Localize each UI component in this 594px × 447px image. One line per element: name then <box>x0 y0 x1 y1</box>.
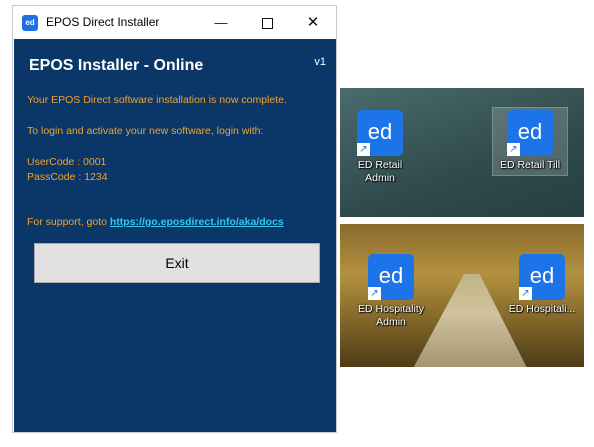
passcode-text: PassCode : 1234 <box>27 171 108 183</box>
support-line: For support, goto https://go.eposdirect.… <box>27 216 284 228</box>
shortcut-ed-hospitality[interactable]: ed ↗ ED Hospitali... <box>507 254 577 316</box>
shortcut-arrow-icon: ↗ <box>519 287 532 300</box>
shortcut-label: ED Hospitali... <box>508 303 576 315</box>
installer-window: ed EPOS Direct Installer — ✕ EPOS Instal… <box>12 5 337 433</box>
minimize-button[interactable]: — <box>198 6 244 39</box>
support-link[interactable]: https://go.eposdirect.info/aka/docs <box>110 216 284 228</box>
ed-app-icon: ed ↗ <box>507 110 553 156</box>
ed-app-icon: ed ↗ <box>519 254 565 300</box>
support-prefix: For support, goto <box>27 216 107 228</box>
shortcut-label: ED Retail Admin <box>357 159 403 184</box>
shortcut-ed-retail-admin[interactable]: ed ↗ ED Retail Admin <box>345 110 415 185</box>
shortcut-arrow-icon: ↗ <box>368 287 381 300</box>
window-title: EPOS Direct Installer <box>46 15 160 29</box>
close-button[interactable]: ✕ <box>290 6 336 39</box>
login-message: To login and activate your new software,… <box>27 125 264 137</box>
maximize-icon <box>261 18 273 30</box>
shortcut-arrow-icon: ↗ <box>507 143 520 156</box>
shortcut-ed-hospitality-admin[interactable]: ed ↗ ED Hospitality Admin <box>356 254 426 329</box>
maximize-button[interactable] <box>244 6 290 39</box>
installer-heading: EPOS Installer - Online <box>29 57 204 74</box>
desktop-panel-bottom: ed ↗ ED Hospitality Admin ed ↗ ED Hospit… <box>340 224 584 367</box>
title-bar[interactable]: ed EPOS Direct Installer — ✕ <box>13 6 336 39</box>
shortcut-label: ED Retail Till <box>499 159 561 171</box>
ed-app-icon: ed ↗ <box>357 110 403 156</box>
shortcut-arrow-icon: ↗ <box>357 143 370 156</box>
installer-panel: EPOS Installer - Online v1 Your EPOS Dir… <box>14 39 336 432</box>
ed-app-icon: ed ↗ <box>368 254 414 300</box>
version-label: v1 <box>314 56 326 68</box>
app-icon: ed <box>22 15 38 31</box>
shortcut-label: ED Hospitality Admin <box>358 303 424 328</box>
shortcut-ed-retail-till[interactable]: ed ↗ ED Retail Till <box>492 107 568 176</box>
usercode-text: UserCode : 0001 <box>27 156 107 168</box>
complete-message: Your EPOS Direct software installation i… <box>27 94 287 106</box>
desktop-panel-top: ed ↗ ED Retail Admin ed ↗ ED Retail Till <box>340 88 584 217</box>
exit-button[interactable]: Exit <box>34 243 320 283</box>
